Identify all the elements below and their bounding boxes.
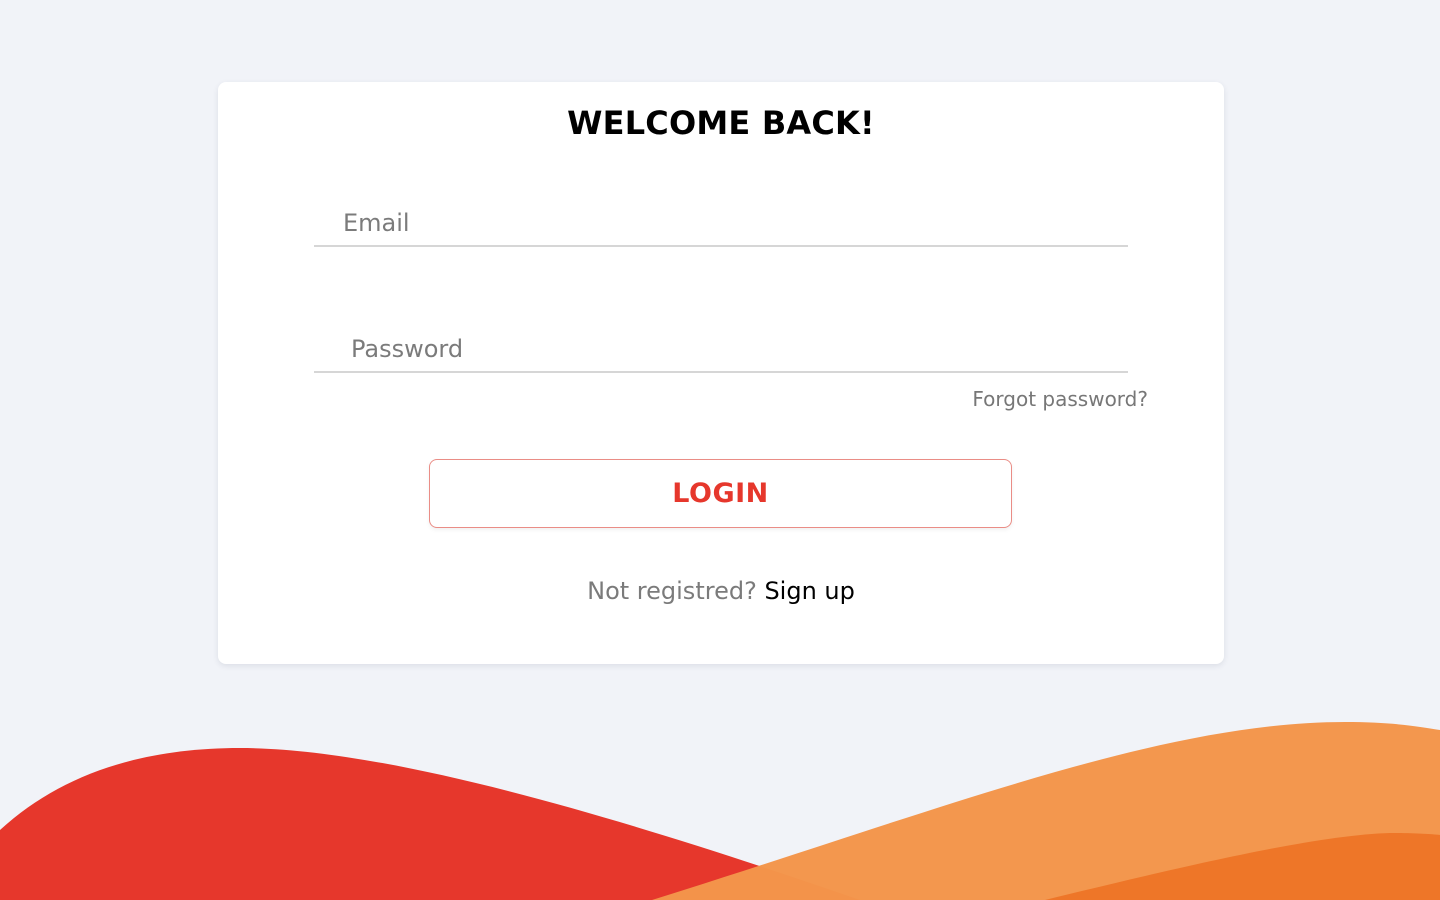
signup-link[interactable]: Sign up	[764, 577, 854, 605]
email-field-wrapper	[314, 201, 1128, 247]
forgot-password-link[interactable]: Forgot password?	[972, 387, 1148, 411]
login-card: WELCOME BACK! Forgot password? LOGIN Not…	[218, 82, 1224, 664]
signup-prompt-text: Not registred?	[587, 577, 765, 605]
signup-row: Not registred? Sign up	[218, 574, 1224, 608]
page-title: WELCOME BACK!	[567, 104, 875, 142]
login-button[interactable]: LOGIN	[429, 459, 1012, 528]
password-input[interactable]	[314, 327, 1128, 371]
password-field-wrapper	[314, 327, 1128, 373]
email-input[interactable]	[314, 201, 1128, 245]
